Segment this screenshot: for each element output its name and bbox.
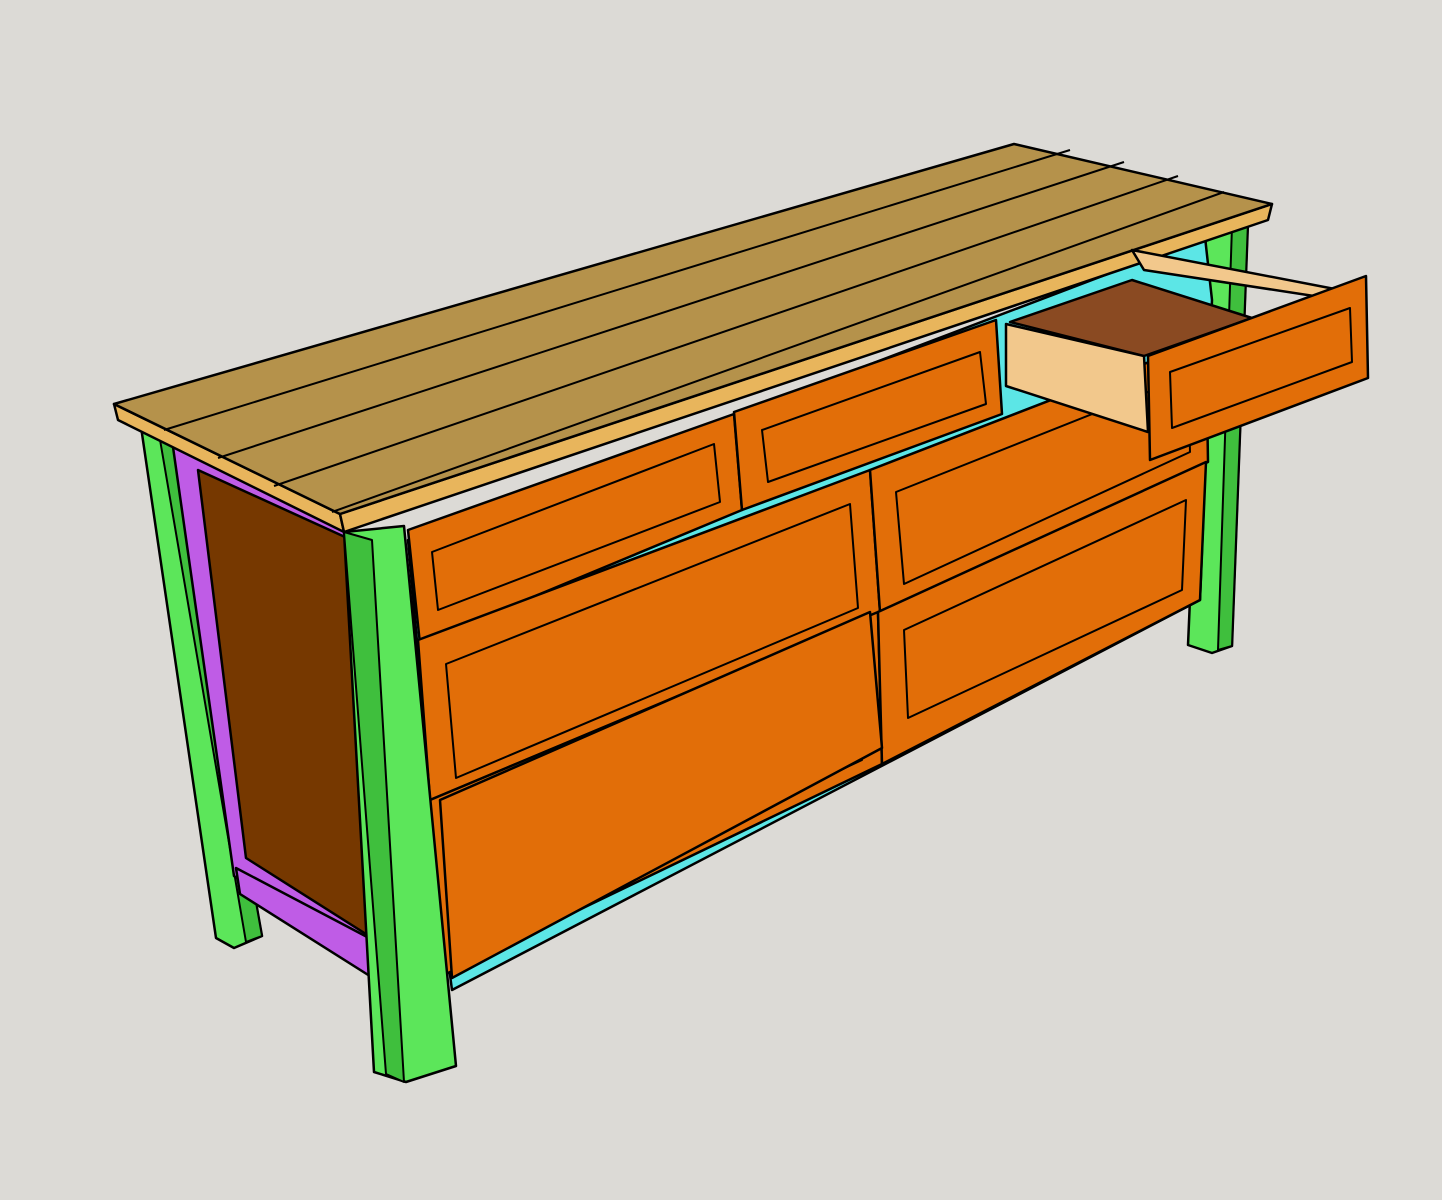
3d-model-viewport[interactable] [0, 0, 1442, 1200]
dresser-model [112, 142, 1370, 1084]
